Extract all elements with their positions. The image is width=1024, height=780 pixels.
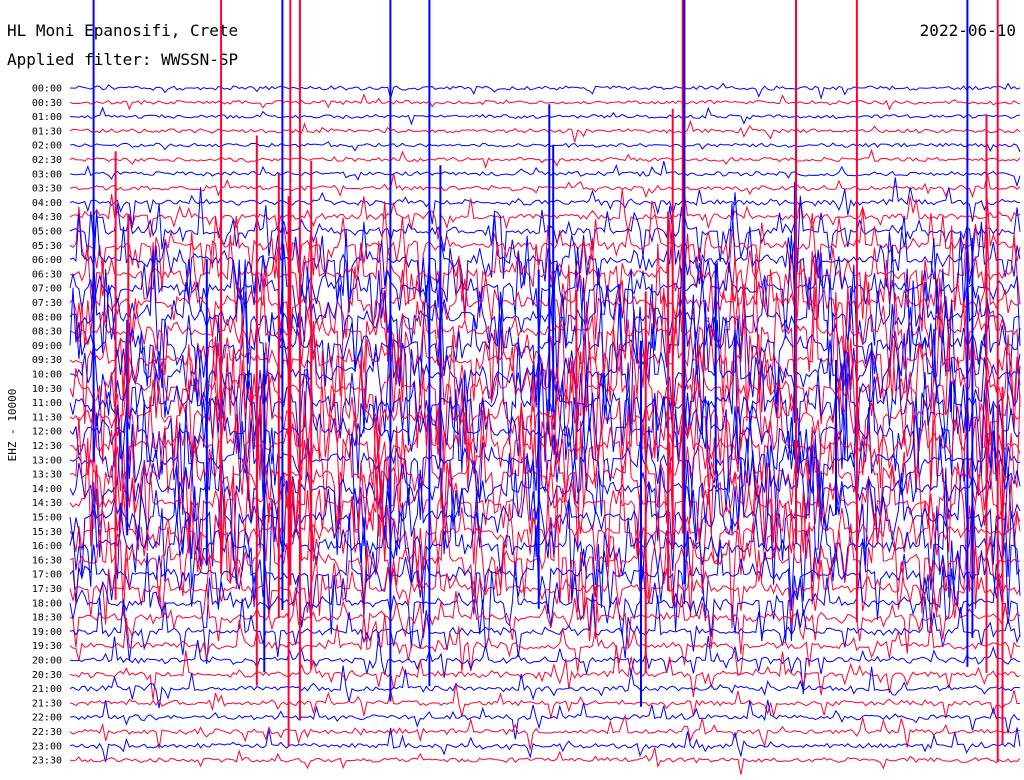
row-time-label: 01:00 bbox=[32, 112, 62, 123]
row-time-label: 12:30 bbox=[32, 441, 62, 452]
row-time-label: 09:00 bbox=[32, 341, 62, 352]
trace-row bbox=[69, 683, 1020, 719]
trace-row bbox=[69, 177, 1021, 229]
row-time-label: 22:00 bbox=[32, 713, 62, 724]
trace-row bbox=[69, 505, 1021, 642]
row-time-label: 21:30 bbox=[32, 698, 62, 709]
row-label-group: 00:00 00:30 01:00 01:30 02:00 02:30 03:00 03:30… bbox=[32, 84, 62, 767]
row-time-label: 14:30 bbox=[32, 498, 62, 509]
row-time-label: 17:30 bbox=[32, 584, 62, 595]
trace-row bbox=[69, 198, 1021, 303]
trace-row bbox=[69, 148, 1021, 169]
row-time-label: 19:00 bbox=[32, 627, 62, 638]
trace-row bbox=[69, 229, 1021, 347]
trace-row bbox=[69, 714, 1021, 750]
row-time-label: 02:30 bbox=[32, 155, 62, 166]
row-time-label: 01:30 bbox=[32, 126, 62, 137]
trace-row bbox=[69, 82, 1021, 101]
row-time-label: 10:00 bbox=[32, 370, 62, 381]
row-time-label: 08:30 bbox=[32, 327, 62, 338]
row-time-label: 06:30 bbox=[32, 269, 62, 280]
row-time-label: 16:00 bbox=[32, 541, 62, 552]
row-time-label: 00:30 bbox=[32, 98, 62, 109]
row-time-label: 16:30 bbox=[32, 555, 62, 566]
row-time-label: 21:00 bbox=[32, 684, 62, 695]
trace-group bbox=[69, 0, 1021, 775]
row-time-label: 05:30 bbox=[32, 241, 62, 252]
trace-row bbox=[69, 93, 1021, 111]
row-time-label: 04:00 bbox=[32, 198, 62, 209]
row-time-label: 23:30 bbox=[32, 756, 62, 767]
helicorder-plot: 00:00 00:30 01:00 01:30 02:00 02:30 03:00 03:30… bbox=[6, 0, 1021, 775]
row-time-label: 15:00 bbox=[32, 513, 62, 524]
row-time-label: 14:00 bbox=[32, 484, 62, 495]
row-time-label: 11:00 bbox=[32, 398, 62, 409]
trace-row bbox=[69, 286, 1021, 431]
trace-row bbox=[69, 444, 1021, 592]
row-time-label: 20:30 bbox=[32, 670, 62, 681]
row-time-label: 07:30 bbox=[32, 298, 62, 309]
row-time-label: 18:30 bbox=[32, 613, 62, 624]
row-time-label: 18:00 bbox=[32, 598, 62, 609]
trace-row bbox=[69, 119, 1021, 143]
trace-row bbox=[69, 747, 1021, 775]
trace-row bbox=[69, 613, 1021, 677]
row-time-label: 04:30 bbox=[32, 212, 62, 223]
row-time-label: 03:30 bbox=[32, 184, 62, 195]
trace-row bbox=[69, 160, 1021, 188]
trace-row bbox=[69, 645, 1021, 700]
row-time-label: 17:00 bbox=[32, 570, 62, 581]
row-time-label: 12:00 bbox=[32, 427, 62, 438]
row-time-label: 13:30 bbox=[32, 470, 62, 481]
row-time-label: 15:30 bbox=[32, 527, 62, 538]
row-time-label: 09:30 bbox=[32, 355, 62, 366]
row-time-label: 22:30 bbox=[32, 727, 62, 738]
trace-row bbox=[69, 552, 1021, 649]
row-time-label: 00:00 bbox=[32, 84, 62, 95]
trace-row bbox=[69, 106, 1021, 126]
row-time-label: 11:30 bbox=[32, 412, 62, 423]
row-time-label: 10:30 bbox=[32, 384, 62, 395]
row-time-label: 07:00 bbox=[32, 284, 62, 295]
row-time-label: 20:00 bbox=[32, 656, 62, 667]
row-time-label: 05:00 bbox=[32, 227, 62, 238]
row-time-label: 03:00 bbox=[32, 169, 62, 180]
row-time-label: 19:30 bbox=[32, 641, 62, 652]
row-time-label: 02:00 bbox=[32, 141, 62, 152]
row-time-label: 23:00 bbox=[32, 741, 62, 752]
row-time-label: 08:00 bbox=[32, 312, 62, 323]
trace-row bbox=[69, 141, 1021, 153]
row-time-label: 13:00 bbox=[32, 455, 62, 466]
row-time-label: 06:00 bbox=[32, 255, 62, 266]
trace-row bbox=[69, 461, 1021, 594]
channel-label: EHZ - 10000 bbox=[6, 389, 19, 462]
